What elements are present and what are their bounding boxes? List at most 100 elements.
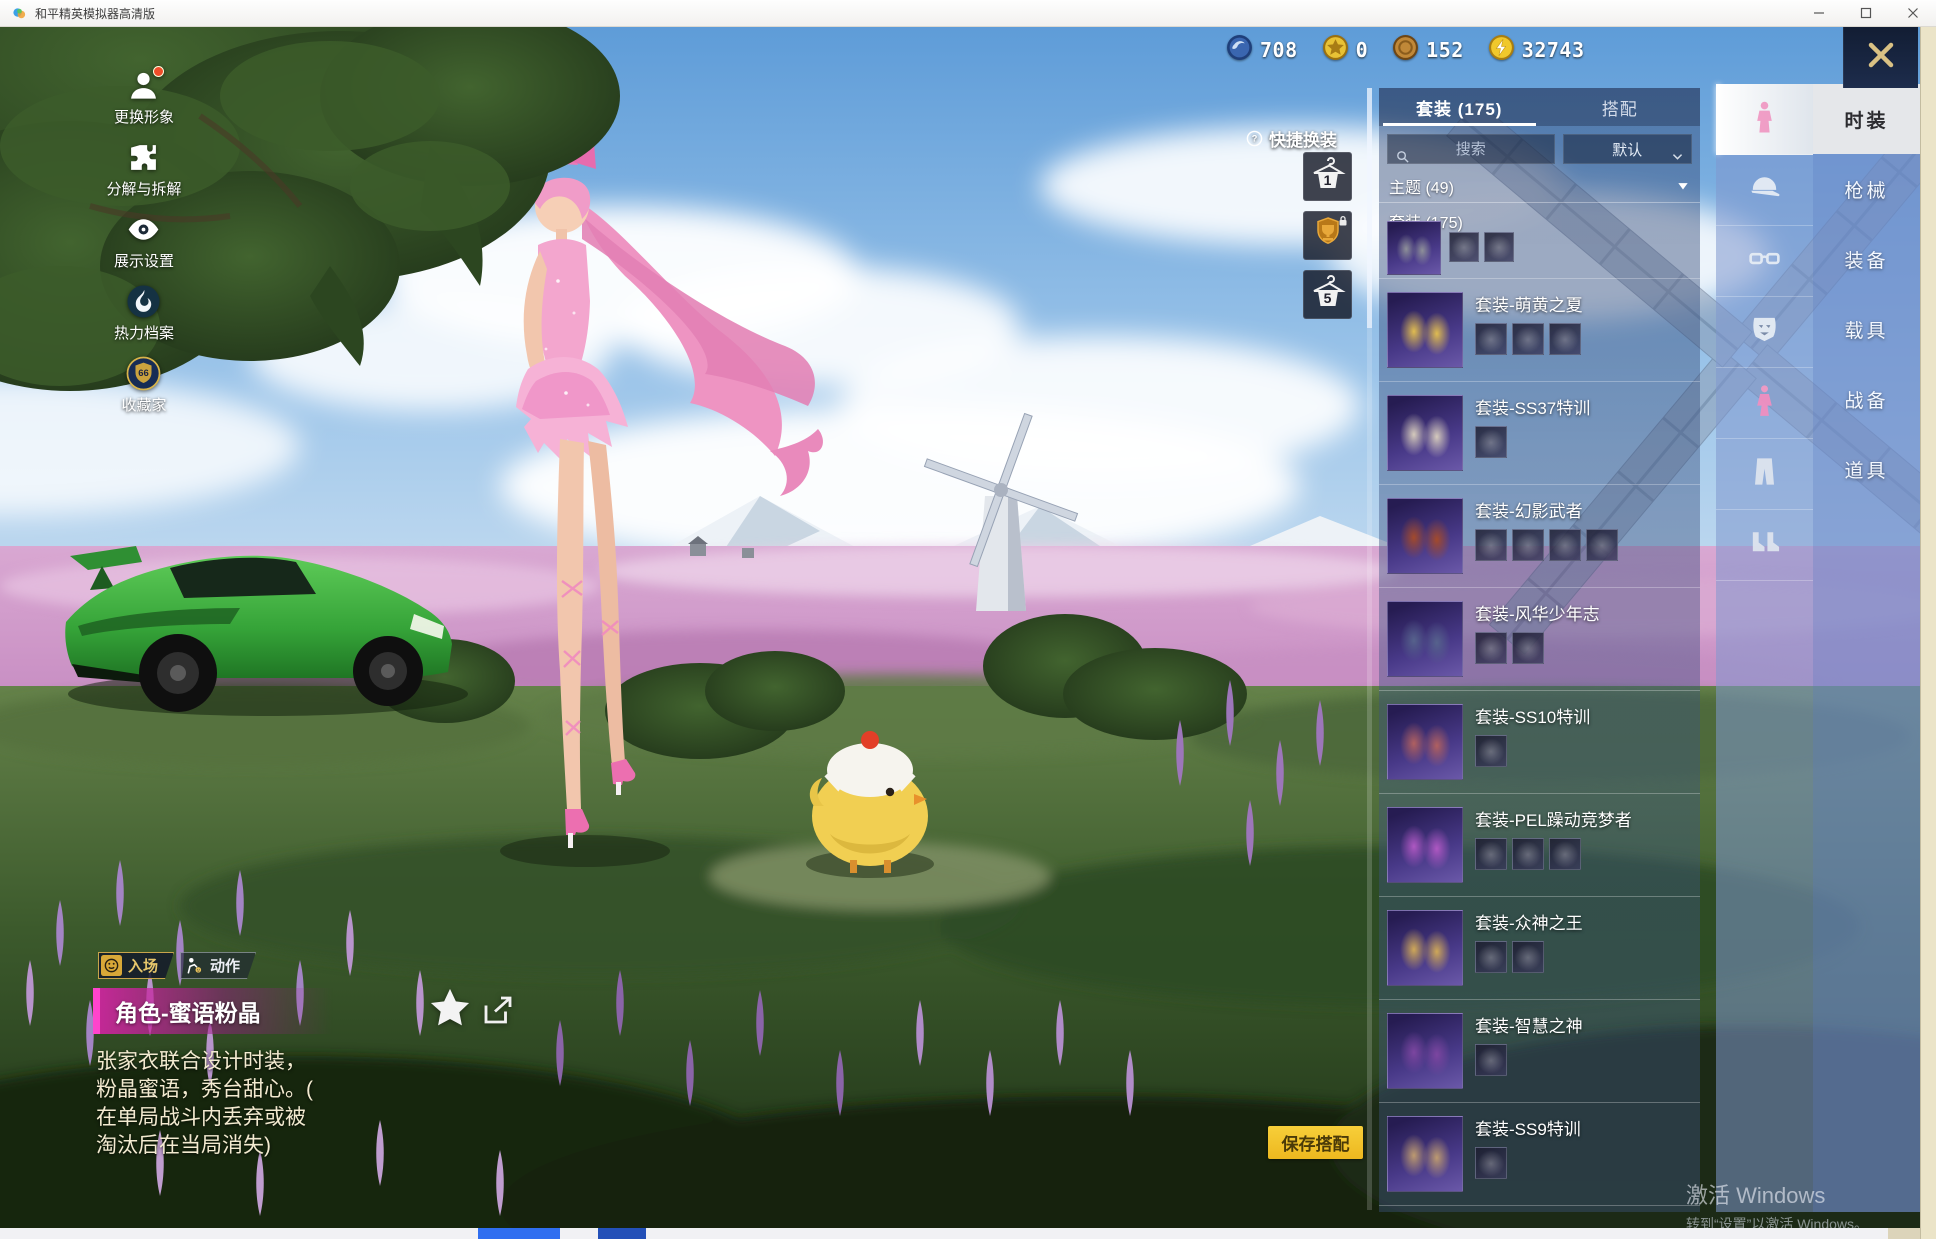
maximize-button[interactable] [1842,0,1889,26]
star-icon [428,988,472,1034]
outfit-list: 套装-萌黄之夏 套装-SS37特训 套装-幻影武者 套装-风华少年志 套装-SS10特训… [1379,218,1700,1212]
outfit-thumbnail[interactable] [1387,1013,1463,1089]
panel-scrollbar[interactable] [1367,88,1372,1210]
menu-item-person[interactable]: 更换形象 [113,66,174,127]
entry-button[interactable]: 入场 [98,952,174,979]
share-icon [480,996,516,1032]
menu-item-eye[interactable]: 展示设置 [114,212,174,271]
outfit-thumbnail[interactable] [1387,601,1463,677]
part-icon-glyph [1550,324,1580,354]
outfit-part-icon[interactable] [1512,941,1544,973]
part-icon-glyph [1550,839,1580,869]
panel-tabs: 套装 (175) 搭配 [1379,88,1700,126]
outfit-part-icon[interactable] [1512,323,1544,355]
outfit-thumbnail[interactable] [1387,498,1463,574]
search-box[interactable] [1387,134,1555,164]
outfit-part-icon[interactable] [1512,529,1544,561]
outfit-part-icon[interactable] [1549,323,1581,355]
quick-slot-2[interactable] [1303,211,1352,260]
tab-mix-match[interactable]: 搭配 [1540,88,1701,126]
menu-item-puzzle[interactable]: 分解与拆解 [106,140,182,199]
category-tab[interactable]: 载具 [1813,294,1920,364]
subcategory-shoes[interactable] [1716,510,1813,581]
subcategory-pants[interactable] [1716,439,1813,510]
svg-text:66: 66 [139,368,150,379]
outfit-part-icon[interactable] [1484,232,1514,262]
outfit-thumbnail[interactable] [1387,910,1463,986]
menu-item-flame[interactable]: 热力档案 [114,284,174,343]
outfit-part-icon[interactable] [1549,838,1581,870]
outfit-row[interactable] [1379,218,1700,279]
category-tab[interactable]: 时装 [1813,84,1920,154]
entry-button-label: 入场 [128,958,159,975]
category-tab[interactable]: 战备 [1813,364,1920,434]
minimize-button[interactable] [1795,0,1842,26]
subcategory-outfit[interactable] [1716,84,1813,155]
scrollbar-thumb[interactable] [1367,88,1372,328]
outfit-row[interactable]: 套装-萌黄之夏 [1379,279,1700,382]
outfit-row[interactable]: 套装-SS37特训 [1379,382,1700,485]
part-icon-glyph [1513,942,1543,972]
outfit-part-icon[interactable] [1475,735,1507,767]
outfit-row[interactable]: 套装-SS9特训 [1379,1103,1700,1206]
sort-value: 默认 [1612,141,1643,159]
outfit-part-icon[interactable] [1475,838,1507,870]
search-input[interactable] [1388,139,1554,159]
outfit-part-icon[interactable] [1512,632,1544,664]
category-tab[interactable]: 道具 [1813,434,1920,504]
currency-value: 0 [1355,38,1369,62]
outfit-part-icon[interactable] [1475,323,1507,355]
outfit-icon [1747,99,1782,139]
favorite-star-button[interactable] [428,986,472,1030]
outfit-part-icon[interactable] [1475,941,1507,973]
tab-suits[interactable]: 套装 (175) [1379,88,1540,126]
action-button[interactable]: 动作 [180,952,256,979]
subcategory-cap[interactable] [1716,155,1813,226]
outfit-part-icon[interactable] [1475,529,1507,561]
category-tab[interactable]: 装备 [1813,224,1920,294]
outfit-thumbnail[interactable] [1387,395,1463,471]
subcategory-mask[interactable] [1716,297,1813,368]
outfit-row[interactable]: 套装-智慧之神 [1379,1000,1700,1103]
outfit-thumbnail[interactable] [1387,221,1441,275]
outfit-part-icon[interactable] [1475,1147,1507,1179]
outfit-thumbnail[interactable] [1387,807,1463,883]
outfit-thumbnail[interactable] [1387,292,1463,368]
category-bar: 时装 枪械 装备 载具 战备 道具 [1813,84,1920,1212]
close-button[interactable] [1843,26,1918,88]
close-window-button[interactable] [1889,0,1936,26]
outfit-part-icons [1475,838,1581,870]
subcategory-dress[interactable] [1716,368,1813,439]
caret-down-icon [1676,179,1690,193]
outfit-row[interactable]: 套装-众神之王 [1379,897,1700,1000]
outfit-thumbnail[interactable] [1387,1116,1463,1192]
outfit-part-icon[interactable] [1475,426,1507,458]
outfit-row[interactable]: 套装-风华少年志 [1379,588,1700,691]
eye-icon [126,212,161,247]
sort-dropdown[interactable]: 默认 [1562,134,1692,164]
quick-change-header[interactable]: ? 快捷换装 [1246,126,1337,151]
outfit-part-icon[interactable] [1449,232,1479,262]
part-icon-glyph [1476,633,1506,663]
outfit-panel: 套装 (175) 搭配 默认 [1379,88,1700,1212]
outfit-part-icon[interactable] [1512,838,1544,870]
quick-slot-3[interactable]: 5 [1303,270,1352,319]
outfit-row[interactable]: 套装-SS10特训 [1379,691,1700,794]
theme-section-header[interactable]: 主题 (49) [1379,168,1700,203]
outfit-part-icon[interactable] [1586,529,1618,561]
share-button[interactable] [480,992,516,1028]
menu-item-label: 更换形象 [113,109,174,126]
part-icon-glyph [1513,839,1543,869]
outfit-part-icon[interactable] [1549,529,1581,561]
outfit-part-icon[interactable] [1475,632,1507,664]
category-tab[interactable]: 枪械 [1813,154,1920,224]
quick-slot-1[interactable]: 1 [1303,152,1352,201]
save-outfit-button[interactable]: 保存搭配 [1268,1126,1363,1159]
outfit-part-icon[interactable] [1475,1044,1507,1076]
menu-item-collector[interactable]: 66 收藏家 [121,356,167,415]
outfit-row[interactable]: 套装-PEL躁动竞梦者 [1379,794,1700,897]
outfit-row[interactable]: 套装-幻影武者 [1379,485,1700,588]
outfit-thumbnail[interactable] [1387,704,1463,780]
subcategory-glasses[interactable] [1716,226,1813,297]
cap-icon [1747,170,1782,210]
